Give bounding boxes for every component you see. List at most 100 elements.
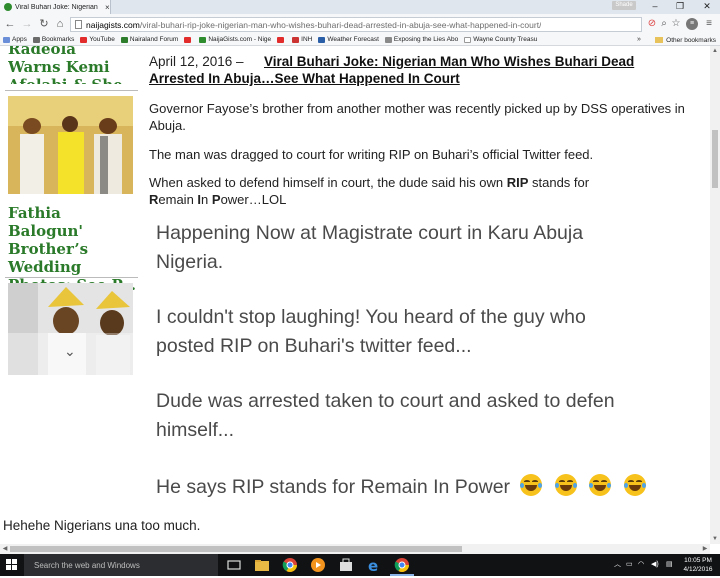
url-host: naijagists.com [86,19,140,30]
bookmarks-bar: Apps Bookmarks YouTube Nairaland Forum N… [0,34,720,46]
sidebar-divider [5,90,138,91]
minimize-icon[interactable]: – [643,0,667,14]
scroll-down-icon[interactable]: ▼ [710,534,720,544]
bookmark-youtube[interactable]: YouTube [80,36,115,43]
file-explorer-icon[interactable] [254,557,270,573]
scroll-thumb[interactable] [712,130,718,188]
bookmark-bookmarks[interactable]: Bookmarks [32,36,75,43]
h-scroll-thumb[interactable] [10,546,462,552]
bookmark-wayne[interactable]: Wayne County Treasu [464,36,537,43]
taskbar-search-box[interactable]: Search the web and Windows [24,554,218,576]
expand-chevron-icon[interactable]: ⌄ [64,343,76,360]
other-bookmarks[interactable]: Other bookmarks [655,34,716,46]
p3-mid: stands for [528,175,590,190]
bookmarks-overflow-icon[interactable]: » [637,34,641,46]
closing-text: Hehehe Nigerians una too much. [3,518,201,533]
screenshot-line-text: He says RIP stands for Remain In Power [156,476,511,498]
youtube-icon [277,36,285,43]
men-photo [8,283,133,375]
screenshot-line: Dude was arrested taken to court and ask… [156,390,615,412]
reload-icon[interactable]: ↻ [37,17,51,31]
zoom-icon[interactable]: ⌕ [658,18,670,30]
bookmark-naijagists[interactable]: NaijaGists.com - Nige [199,36,271,43]
sidebar-post-title-2[interactable]: Fathia Balogun' Brother’s Wedding Photos… [8,204,143,294]
window-close-icon[interactable]: ✕ [695,0,719,14]
bookmark-exposing[interactable]: Exposing the Lies Abo [384,36,458,43]
address-bar[interactable]: naijagists.com/viral-buhari-rip-joke-nig… [70,17,642,32]
p3-r: R [149,192,159,207]
weather-icon [318,36,326,43]
tab-close-icon[interactable]: × [105,3,110,12]
post-title-link-line2[interactable]: Arrested In Abuja…See What Happened In C… [149,71,460,86]
menu-icon[interactable]: ≡ [703,18,715,30]
sidebar: Radeola Warns Kemi Afolabi & She Baby ..… [0,46,140,376]
tab-title: Viral Buhari Joke: Nigerian [15,3,98,11]
browser-window: Viral Buhari Joke: Nigerian × Shade – ❐ … [0,0,720,576]
bookmark-youtube-2[interactable] [184,36,193,43]
clock-date: 4/12/2016 [683,566,713,573]
sidebar-divider-2 [5,277,138,278]
toolbar: ← → ↻ ⌂ naijagists.com/viral-buhari-rip-… [0,14,720,34]
task-view-icon[interactable] [226,557,242,573]
bookmark-apps[interactable]: Apps [3,36,27,43]
scroll-up-icon[interactable]: ▲ [710,46,720,56]
screenshot-line: Happening Now at Magistrate court in Kar… [156,222,584,244]
bookmark-label: INH [301,36,313,43]
show-hidden-icons[interactable]: ︿ [614,554,621,576]
p3-rip: RIP [506,175,529,190]
url-path: /viral-buhari-rip-joke-nigerian-man-who-… [139,19,542,30]
back-arrow-icon[interactable]: ← [3,17,17,31]
forward-arrow-icon[interactable]: → [20,17,34,31]
bookmark-label: Weather Forecast [327,36,379,43]
naijagists-icon [199,36,207,43]
extension-badge-icon[interactable]: ≡ [686,18,698,30]
scroll-right-icon[interactable]: ▶ [700,544,710,554]
p3-ower: ower…LOL [220,192,287,207]
maximize-icon[interactable]: ❐ [668,0,692,14]
bookmark-label: Bookmarks [41,36,75,43]
sidebar-post-title-1[interactable]: Radeola Warns Kemi Afolabi & She Baby ..… [8,46,138,84]
screenshot-line: I couldn't stop laughing! You heard of t… [156,306,586,328]
p3-text: When asked to defend himself in court, t… [149,175,507,190]
scroll-left-icon[interactable]: ◀ [0,544,10,554]
post-title-link[interactable]: Viral Buhari Joke: Nigerian Man Who Wish… [264,54,634,69]
system-clock[interactable]: 10:05 PM 4/12/2016 [680,556,716,574]
volume-icon[interactable]: ◀) [651,554,659,576]
apps-icon [3,36,10,43]
edge-icon[interactable]: e [366,557,382,575]
bookmark-weather[interactable]: Weather Forecast [318,36,379,43]
screenshot-line: Nigeria. [156,251,224,273]
post-date: April 12, 2016 – [149,54,244,69]
svg-text:e: e [368,557,378,573]
page-icon [384,36,392,43]
home-icon[interactable]: ⌂ [53,17,67,31]
page-viewport: Radeola Warns Kemi Afolabi & She Baby ..… [0,46,710,544]
horizontal-scrollbar[interactable]: ◀ ▶ [0,544,710,554]
vertical-scrollbar[interactable]: ▲ ▼ [710,46,720,544]
sidebar-post-image-1[interactable] [8,96,133,194]
nairaland-icon [120,36,128,43]
browser-tab[interactable]: Viral Buhari Joke: Nigerian × [0,0,111,14]
store-icon[interactable] [338,557,354,573]
folder-icon [655,37,664,43]
notifications-icon[interactable]: ▤ [666,554,673,576]
bookmark-label: Nairaland Forum [129,36,179,43]
bookmark-youtube-3[interactable] [277,36,286,43]
chrome-icon[interactable] [282,557,298,573]
bookmark-star-icon[interactable]: ☆ [670,18,682,30]
windows-start-icon[interactable] [6,559,18,571]
tears-of-joy-emoji-icon [520,474,544,496]
url-text: naijagists.com/viral-buhari-rip-joke-nig… [86,20,541,30]
chrome-active-icon[interactable] [394,557,410,573]
bookmark-inh[interactable]: INH [292,36,312,43]
bookmark-nairaland[interactable]: Nairaland Forum [120,36,179,43]
sidebar-post-image-2[interactable]: ⌄ [8,283,133,375]
profile-badge[interactable]: Shade [612,1,636,10]
network-icon[interactable]: ◠ [638,554,644,576]
clock-time: 10:05 PM [684,557,712,564]
bookmark-label: Wayne County Treasu [473,36,538,43]
media-player-icon[interactable] [310,557,326,573]
extension-icon[interactable]: ⊘ [646,18,658,30]
battery-icon[interactable]: ▭ [626,554,633,576]
p3-emain: emain [158,192,198,207]
